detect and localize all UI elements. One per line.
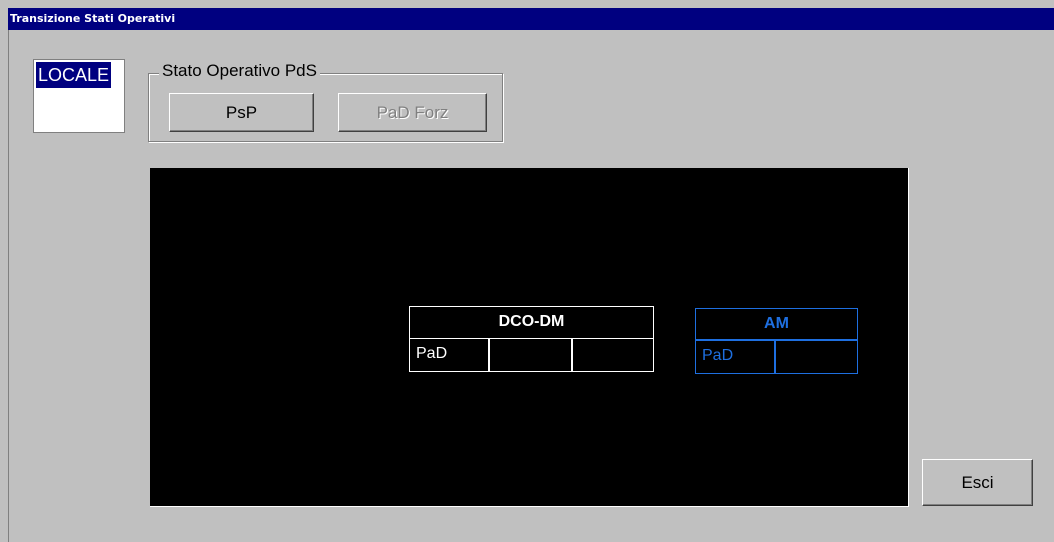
am-block[interactable]: AM PaD: [695, 308, 858, 374]
am-title: AM: [695, 308, 858, 341]
dco-dm-block[interactable]: DCO-DM PaD: [409, 306, 654, 372]
dco-dm-empty-cell-2: [573, 339, 654, 372]
stato-operativo-group: Stato Operativo PdS PsP PaD Forz: [148, 61, 503, 142]
pad-forz-button[interactable]: PaD Forz: [338, 93, 487, 132]
am-state-cell: PaD: [695, 341, 776, 374]
state-diagram-canvas: DCO-DM PaD AM PaD: [150, 168, 909, 507]
dco-dm-empty-cell-1: [490, 339, 573, 372]
psp-button[interactable]: PsP: [169, 93, 314, 132]
window-title: Transizione Stati Operativi: [10, 12, 176, 25]
dco-dm-state-cell: PaD: [409, 339, 490, 372]
exit-button[interactable]: Esci: [922, 459, 1033, 506]
mode-indicator: LOCALE: [33, 59, 125, 133]
group-legend: Stato Operativo PdS: [159, 61, 320, 81]
main-window: Transizione Stati Operativi LOCALE Stato…: [0, 0, 1054, 542]
dco-dm-title: DCO-DM: [409, 306, 654, 339]
window-left-border: [8, 30, 9, 542]
am-empty-cell: [776, 341, 858, 374]
window-title-bar[interactable]: Transizione Stati Operativi: [8, 8, 1054, 30]
mode-label: LOCALE: [36, 62, 112, 88]
